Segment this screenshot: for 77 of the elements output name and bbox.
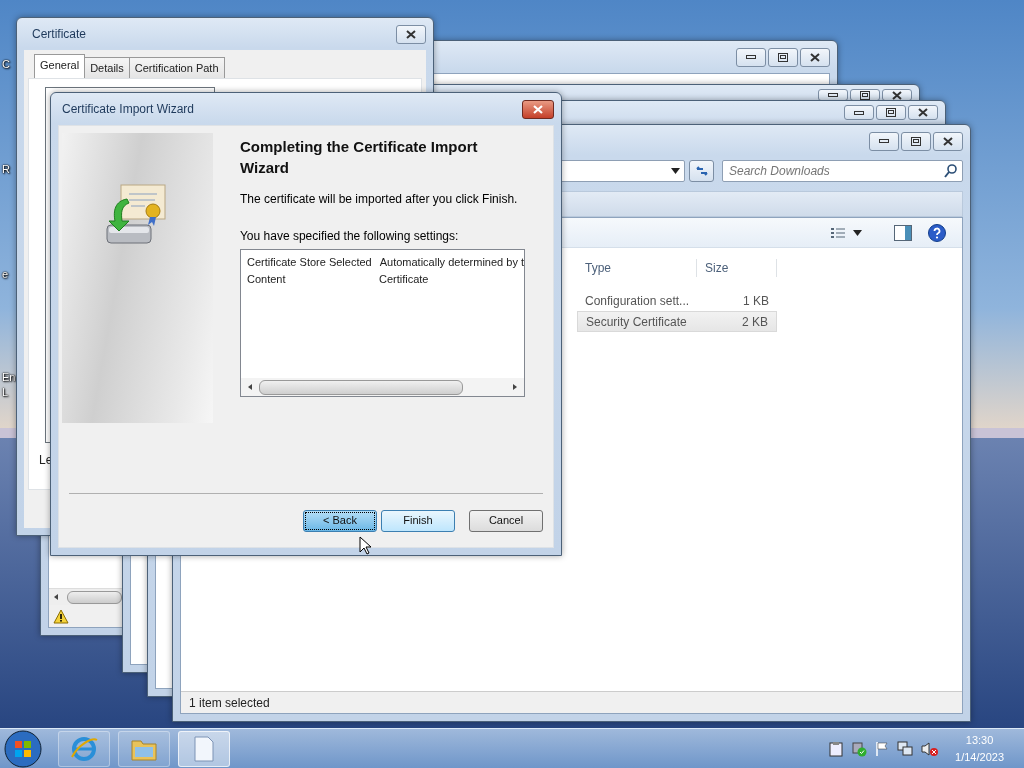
- help-icon[interactable]: [928, 223, 946, 242]
- clipboard-icon[interactable]: [829, 740, 844, 757]
- clock-date: 1/14/2023: [955, 749, 1004, 765]
- browser-icon: [70, 734, 98, 763]
- setting-name: Certificate Store Selected: [246, 255, 372, 270]
- close-button[interactable]: [396, 24, 426, 44]
- setting-value: Automatically determined by t: [379, 255, 524, 270]
- preview-pane-button[interactable]: [894, 224, 912, 241]
- warning-icon: [53, 608, 69, 624]
- speaker-muted-icon[interactable]: [921, 740, 940, 757]
- maximize-icon: [911, 136, 921, 146]
- scrollbar-thumb[interactable]: [67, 590, 122, 604]
- start-button[interactable]: [4, 729, 42, 768]
- minimize-icon: [879, 139, 889, 143]
- refresh-icon: [694, 165, 709, 177]
- maximize-button[interactable]: [850, 89, 880, 101]
- maximize-icon: [860, 90, 870, 100]
- file-size: 2 KB: [741, 313, 769, 331]
- view-options-button[interactable]: [831, 226, 862, 239]
- windows-logo-icon: [4, 729, 42, 768]
- settings-label: You have specified the following settings:: [239, 228, 460, 244]
- setting-value: Certificate: [378, 272, 429, 287]
- close-button[interactable]: [933, 131, 963, 151]
- desktop-icon-label[interactable]: L: [2, 387, 9, 398]
- window-title: Certificate: [31, 26, 87, 43]
- file-size: 1 KB: [742, 292, 770, 310]
- wizard-heading: Completing the Certificate Import Wizard: [239, 137, 479, 178]
- maximize-button[interactable]: [901, 131, 931, 151]
- tab[interactable]: Certification Path: [128, 56, 225, 78]
- close-button[interactable]: [908, 105, 938, 120]
- search-field[interactable]: Search Downloads: [722, 160, 963, 182]
- pane-icon: [894, 224, 912, 241]
- close-button[interactable]: [800, 47, 830, 67]
- cursor-icon: [359, 536, 371, 555]
- search-icon: [944, 164, 958, 178]
- status-text: 1 item selected: [189, 694, 270, 712]
- minimize-button[interactable]: [844, 105, 874, 120]
- file-row[interactable]: Security Certificate 2 KB: [577, 311, 777, 332]
- dropdown-arrow-icon: [853, 229, 862, 236]
- minimize-icon: [746, 55, 756, 59]
- tab[interactable]: General: [34, 53, 86, 78]
- setting-name: Content: [246, 272, 287, 287]
- clock-time: 13:30: [964, 733, 995, 748]
- minimize-button[interactable]: [818, 89, 848, 101]
- maximize-button[interactable]: [876, 105, 906, 120]
- close-icon: [943, 136, 953, 146]
- maximize-icon: [778, 52, 788, 62]
- intro-text: The certificate will be imported after you click Finish.: [239, 191, 519, 208]
- window-title: Certificate Import Wizard: [61, 101, 195, 118]
- wizard-button[interactable]: Finish: [381, 509, 455, 532]
- close-icon: [810, 52, 820, 62]
- wizard-button[interactable]: Cancel: [469, 509, 543, 532]
- close-icon: [892, 90, 902, 100]
- file-type: Configuration sett...: [584, 292, 691, 310]
- close-icon: [406, 29, 416, 39]
- close-icon: [533, 104, 543, 114]
- file-type: Security Certificate: [585, 313, 688, 331]
- maximize-button[interactable]: [768, 47, 798, 67]
- column-header[interactable]: Type: [577, 259, 697, 277]
- file-row[interactable]: Configuration sett... 1 KB: [577, 290, 777, 311]
- refresh-button[interactable]: [689, 160, 714, 182]
- minimize-button[interactable]: [736, 47, 766, 67]
- minimize-icon: [828, 93, 838, 97]
- network-icon[interactable]: [897, 740, 914, 757]
- column-header[interactable]: Size: [697, 259, 777, 277]
- minimize-button[interactable]: [869, 131, 899, 151]
- scrollbar-thumb[interactable]: [258, 379, 463, 395]
- tab[interactable]: Details: [84, 56, 130, 78]
- maximize-icon: [886, 108, 896, 117]
- close-icon: [918, 108, 928, 117]
- flag-icon[interactable]: [875, 740, 890, 757]
- details-view-icon: [831, 226, 845, 239]
- minimize-icon: [854, 110, 864, 115]
- close-button[interactable]: [522, 99, 554, 119]
- close-button[interactable]: [882, 89, 912, 101]
- dropdown-arrow-icon[interactable]: [671, 168, 680, 174]
- wizard-button[interactable]: < Back: [303, 509, 377, 532]
